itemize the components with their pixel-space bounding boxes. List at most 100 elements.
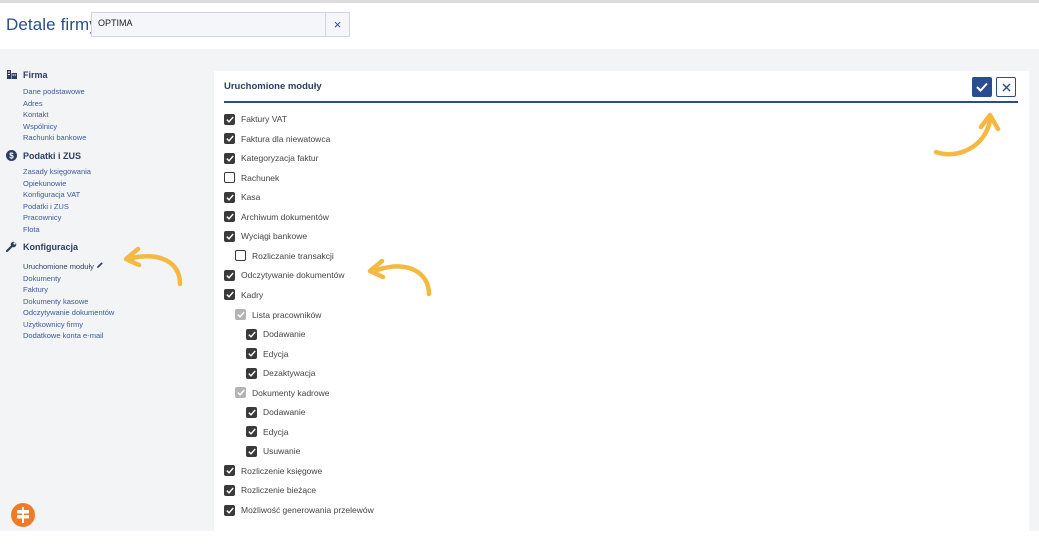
module-checkbox[interactable] [224, 504, 235, 516]
module-label: Odczytywanie dokumentów [241, 270, 345, 281]
module-label: Dezaktywacja [263, 368, 316, 379]
sidebar-item-dane-podstawowe[interactable]: Dane podstawowe [23, 86, 86, 98]
sidebar-item-podatki-zus[interactable]: Podatki i ZUS [23, 201, 91, 213]
sidebar-item-uruchomione-moduly-label: Uruchomione moduły [23, 262, 94, 271]
module-checkbox[interactable] [224, 211, 235, 223]
sidebar-links-podatki: Zasady księgowania Opiekunowie Konfigura… [23, 166, 91, 235]
sidebar-item-wspolnicy[interactable]: Wspólnicy [23, 121, 86, 133]
module-label: Edycja [263, 348, 289, 359]
building-icon [6, 69, 17, 80]
module-checkbox[interactable] [224, 152, 235, 164]
sidebar-item-kontakt[interactable]: Kontakt [23, 109, 86, 121]
panel-divider [224, 101, 1018, 103]
module-label: Rozliczenie księgowe [241, 465, 323, 476]
module-row-kasa[interactable]: Kasa [224, 190, 260, 204]
module-row-kategoryzacja-faktur[interactable]: Kategoryzacja faktur [224, 151, 318, 165]
help-button[interactable] [11, 503, 35, 527]
sidebar-item-faktury[interactable]: Faktury [23, 284, 114, 296]
cancel-button[interactable] [996, 77, 1016, 97]
sidebar-links-firma: Dane podstawowe Adres Kontakt Wspólnicy … [23, 86, 86, 144]
module-checkbox[interactable] [235, 250, 246, 262]
section-title-konfiguracja: Konfiguracja [23, 241, 79, 252]
module-row-lista-pracownikow-dodawanie[interactable]: Dodawanie [246, 327, 306, 341]
company-input[interactable] [98, 18, 318, 28]
module-checkbox[interactable] [224, 191, 235, 203]
module-row-faktury-vat[interactable]: Faktury VAT [224, 112, 287, 126]
module-checkbox[interactable] [224, 113, 235, 125]
sidebar-section-podatki[interactable]: $ Podatki i ZUS [6, 150, 81, 161]
module-checkbox[interactable] [246, 328, 257, 340]
module-checkbox[interactable] [224, 269, 235, 281]
sidebar-item-adres[interactable]: Adres [23, 98, 86, 110]
sidebar-item-opiekunowie[interactable]: Opiekunowie [23, 178, 91, 190]
module-label: Dodawanie [263, 329, 306, 340]
module-checkbox[interactable] [246, 348, 257, 360]
module-row-lista-pracownikow-dezaktywacja[interactable]: Dezaktywacja [246, 366, 315, 380]
svg-text:$: $ [9, 152, 14, 161]
module-row-wyciagi-bankowe[interactable]: Wyciągi bankowe [224, 229, 307, 243]
pencil-icon [96, 261, 104, 273]
module-checkbox[interactable] [235, 387, 246, 399]
sidebar-item-rachunki-bankowe[interactable]: Rachunki bankowe [23, 132, 86, 144]
module-row-faktura-niewatowca[interactable]: Faktura dla niewatowca [224, 132, 330, 146]
sidebar-item-konfiguracja-vat[interactable]: Konfiguracja VAT [23, 189, 91, 201]
sidebar-item-dodatkowe-konta-email[interactable]: Dodatkowe konta e-mail [23, 330, 114, 342]
module-checkbox[interactable] [224, 172, 235, 184]
module-row-odczytywanie-dokumentow[interactable]: Odczytywanie dokumentów [224, 268, 344, 282]
module-row-dokumenty-kadrowe-dodawanie[interactable]: Dodawanie [246, 405, 306, 419]
module-label: Kategoryzacja faktur [241, 153, 319, 164]
clear-button[interactable]: × [325, 13, 349, 36]
module-row-generowanie-przelewow[interactable]: Możliwość generowania przelewów [224, 503, 374, 517]
sidebar-item-flota[interactable]: Flota [23, 224, 91, 236]
sidebar-item-dokumenty-kasowe[interactable]: Dokumenty kasowe [23, 296, 114, 308]
module-checkbox[interactable] [224, 230, 235, 242]
sidebar-item-odczytywanie-dokumentow[interactable]: Odczytywanie dokumentów [23, 307, 114, 319]
module-checkbox[interactable] [224, 484, 235, 496]
sidebar-links-konfiguracja: Uruchomione moduły Dokumenty Faktury Dok… [23, 261, 114, 342]
dollar-icon: $ [6, 150, 17, 161]
module-checkbox[interactable] [246, 406, 257, 418]
module-row-dokumenty-kadrowe-edycja[interactable]: Edycja [246, 425, 289, 439]
section-title-firma: Firma [23, 69, 48, 80]
section-title-podatki: Podatki i ZUS [23, 150, 82, 161]
wrench-icon [6, 241, 17, 252]
module-label: Dokumenty kadrowe [252, 387, 330, 398]
module-checkbox[interactable] [246, 367, 257, 379]
module-row-dokumenty-kadrowe-usuwanie[interactable]: Usuwanie [246, 444, 300, 458]
module-row-rozliczanie-transakcji[interactable]: Rozliczanie transakcji [235, 249, 334, 263]
sidebar-item-uzytkownicy-firmy[interactable]: Użytkownicy firmy [23, 319, 114, 331]
sidebar-item-zasady-ksiegowania[interactable]: Zasady księgowania [23, 166, 91, 178]
module-row-kadry[interactable]: Kadry [224, 288, 263, 302]
module-row-archiwum-dokumentow[interactable]: Archiwum dokumentów [224, 210, 329, 224]
module-checkbox[interactable] [246, 426, 257, 438]
sidebar-item-uruchomione-moduly[interactable]: Uruchomione moduły [23, 261, 114, 273]
module-checkbox[interactable] [246, 445, 257, 457]
module-row-dokumenty-kadrowe[interactable]: Dokumenty kadrowe [235, 386, 329, 400]
confirm-button[interactable] [972, 77, 992, 97]
close-icon [1002, 83, 1010, 91]
module-label: Rozliczanie transakcji [252, 250, 334, 261]
module-checkbox[interactable] [235, 309, 246, 320]
signpost-icon [17, 507, 29, 523]
module-row-rachunek[interactable]: Rachunek [224, 171, 279, 185]
close-icon: × [333, 17, 342, 32]
module-label: Faktury VAT [241, 114, 287, 124]
sidebar-item-dokumenty[interactable]: Dokumenty [23, 273, 114, 285]
page-title: Detale firmy [6, 15, 98, 34]
header: Detale firmy × [0, 3, 1039, 49]
company-selector[interactable]: × [91, 12, 350, 37]
module-checkbox[interactable] [224, 465, 235, 477]
panel-title: Uruchomione moduły [224, 81, 322, 92]
sidebar-section-firma[interactable]: Firma [6, 69, 48, 80]
modules-panel: Uruchomione moduły Faktury VAT Faktura dl… [214, 71, 1029, 531]
sidebar-item-pracownicy[interactable]: Pracownicy [23, 212, 91, 224]
module-row-rozliczenie-ksiegowe[interactable]: Rozliczenie księgowe [224, 464, 322, 478]
module-row-rozliczenie-biezace[interactable]: Rozliczenie bieżące [224, 483, 316, 497]
module-row-lista-pracownikow[interactable]: Lista pracowników [235, 308, 321, 322]
module-checkbox[interactable] [224, 289, 235, 301]
module-label: Kasa [241, 192, 261, 203]
module-row-lista-pracownikow-edycja[interactable]: Edycja [246, 347, 289, 361]
module-checkbox[interactable] [224, 133, 235, 145]
module-label: Dodawanie [263, 407, 306, 418]
sidebar-section-konfiguracja[interactable]: Konfiguracja [6, 241, 78, 252]
